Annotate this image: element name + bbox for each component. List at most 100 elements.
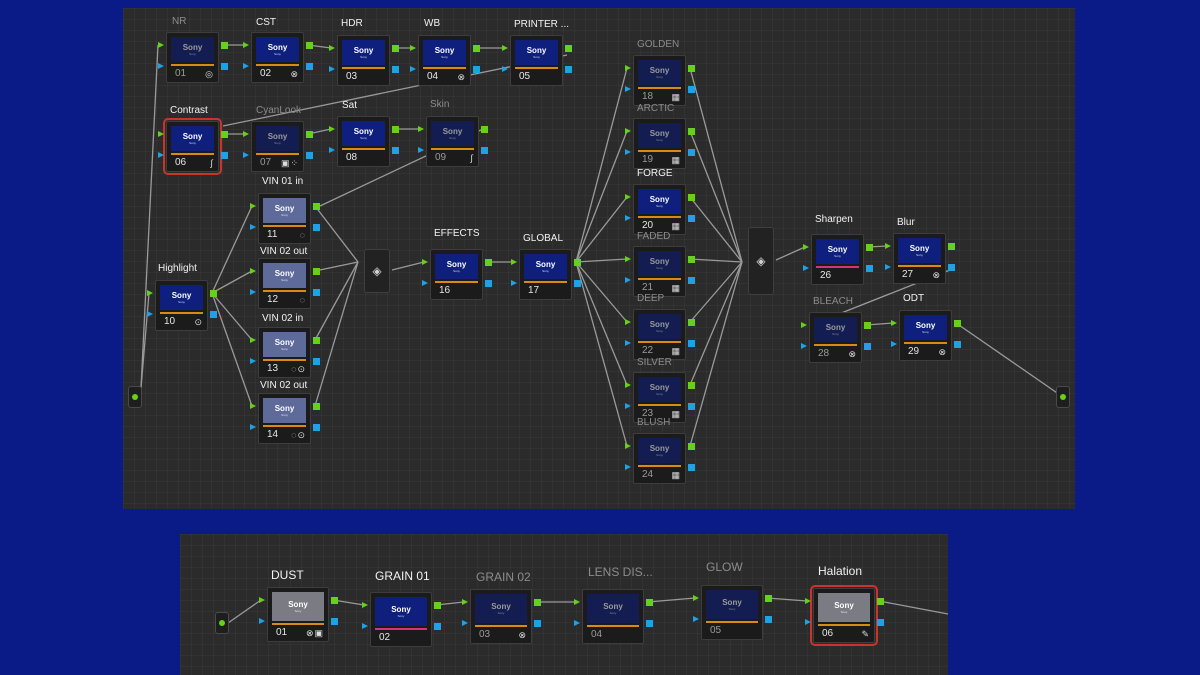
node-label[interactable]: DUST [271, 568, 304, 582]
input-alpha-pin[interactable] [158, 63, 164, 69]
output-rgb-pin[interactable] [948, 243, 955, 250]
node-label[interactable]: Sharpen [815, 214, 853, 225]
input-alpha-pin[interactable] [891, 341, 897, 347]
node-label[interactable]: EFFECTS [434, 228, 480, 239]
input-rgb-pin[interactable] [625, 256, 631, 262]
input-alpha-pin[interactable] [250, 424, 256, 430]
node-odt[interactable]: Sony Sony 29 ⊗ [899, 310, 952, 361]
input-alpha-pin[interactable] [329, 66, 335, 72]
output-alpha-pin[interactable] [473, 66, 480, 73]
input-rgb-pin[interactable] [243, 131, 249, 137]
output-rgb-pin[interactable] [473, 45, 480, 52]
node-sat[interactable]: Sony Sony 08 [337, 116, 390, 167]
input-alpha-pin[interactable] [502, 66, 508, 72]
input-alpha-pin[interactable] [250, 289, 256, 295]
layer-mixer-node-1[interactable]: ◈ [364, 249, 390, 293]
input-rgb-pin[interactable] [885, 243, 891, 249]
output-alpha-pin[interactable] [688, 277, 695, 284]
node-label[interactable]: CST [256, 17, 276, 28]
output-alpha-pin[interactable] [574, 280, 581, 287]
output-alpha-pin[interactable] [565, 66, 572, 73]
node-label[interactable]: VIN 02 in [262, 313, 303, 324]
input-alpha-pin[interactable] [422, 280, 428, 286]
output-alpha-pin[interactable] [688, 403, 695, 410]
node-label[interactable]: VIN 02 out [260, 246, 307, 257]
output-alpha-pin[interactable] [221, 63, 228, 70]
output-alpha-pin[interactable] [688, 215, 695, 222]
node-label[interactable]: SILVER [637, 357, 672, 368]
node-dust[interactable]: Sony Sony 01 ⊗▣ [267, 587, 329, 642]
input-rgb-pin[interactable] [329, 45, 335, 51]
input-rgb-pin[interactable] [422, 259, 428, 265]
input-alpha-pin[interactable] [462, 620, 468, 626]
node-bleach[interactable]: Sony Sony 28 ⊗ [809, 312, 862, 363]
input-alpha-pin[interactable] [250, 358, 256, 364]
node-cyanlook[interactable]: Sony Sony 07 ▣⁘ [251, 121, 304, 172]
input-rgb-pin[interactable] [418, 126, 424, 132]
output-alpha-pin[interactable] [313, 224, 320, 231]
node-label[interactable]: ODT [903, 293, 924, 304]
node-silver[interactable]: Sony Sony 23 ▦ [633, 372, 686, 423]
input-alpha-pin[interactable] [574, 620, 580, 626]
node-sharpen[interactable]: Sony Sony 26 [811, 234, 864, 285]
output-rgb-pin[interactable] [210, 290, 217, 297]
input-rgb-pin[interactable] [574, 599, 580, 605]
output-rgb-pin[interactable] [646, 599, 653, 606]
node-grain-01[interactable]: Sony Sony 02 [370, 592, 432, 647]
output-rgb-pin[interactable] [221, 42, 228, 49]
output-alpha-pin[interactable] [313, 424, 320, 431]
node-vin-02-out[interactable]: Sony Sony 14 ◌⊙ [258, 393, 311, 444]
node-label[interactable]: BLEACH [813, 296, 853, 307]
input-alpha-pin[interactable] [625, 277, 631, 283]
input-alpha-pin[interactable] [418, 147, 424, 153]
node-skin[interactable]: Sony Sony 09 ∫ [426, 116, 479, 167]
input-alpha-pin[interactable] [805, 619, 811, 625]
input-alpha-pin[interactable] [259, 618, 265, 624]
node-label[interactable]: Skin [430, 99, 449, 110]
node-arctic[interactable]: Sony Sony 19 ▦ [633, 118, 686, 169]
node-hdr[interactable]: Sony Sony 03 [337, 35, 390, 86]
output-rgb-pin[interactable] [313, 403, 320, 410]
input-alpha-pin[interactable] [625, 149, 631, 155]
output-alpha-pin[interactable] [210, 311, 217, 318]
input-rgb-pin[interactable] [158, 131, 164, 137]
output-alpha-pin[interactable] [306, 152, 313, 159]
output-alpha-pin[interactable] [866, 265, 873, 272]
output-rgb-pin[interactable] [392, 126, 399, 133]
output-alpha-pin[interactable] [688, 340, 695, 347]
output-alpha-pin[interactable] [646, 620, 653, 627]
input-rgb-pin[interactable] [250, 403, 256, 409]
node-global[interactable]: Sony Sony 17 [519, 249, 572, 300]
input-rgb-pin[interactable] [891, 320, 897, 326]
node-wb[interactable]: Sony Sony 04 ⊗ [418, 35, 471, 86]
input-rgb-pin[interactable] [462, 599, 468, 605]
output-rgb-pin[interactable] [313, 337, 320, 344]
output-alpha-pin[interactable] [331, 618, 338, 625]
layer-mixer-node-2[interactable]: ◈ [748, 227, 774, 295]
node-contrast[interactable]: Sony Sony 06 ∫ [163, 118, 222, 175]
input-rgb-pin[interactable] [625, 194, 631, 200]
output-rgb-pin[interactable] [688, 65, 695, 72]
output-rgb-pin[interactable] [313, 268, 320, 275]
output-rgb-pin[interactable] [864, 322, 871, 329]
input-rgb-pin[interactable] [243, 42, 249, 48]
output-rgb-pin[interactable] [688, 128, 695, 135]
source-input-port[interactable] [128, 386, 142, 408]
node-blush[interactable]: Sony Sony 24 ▦ [633, 433, 686, 484]
output-rgb-pin[interactable] [331, 597, 338, 604]
input-alpha-pin[interactable] [329, 147, 335, 153]
output-rgb-pin[interactable] [306, 131, 313, 138]
input-rgb-pin[interactable] [625, 319, 631, 325]
input-alpha-pin[interactable] [693, 616, 699, 622]
output-rgb-pin[interactable] [534, 599, 541, 606]
node-halation[interactable]: Sony Sony 06 ✎ [810, 585, 878, 646]
output-alpha-pin[interactable] [864, 343, 871, 350]
node-label[interactable]: Sat [342, 100, 357, 111]
output-alpha-pin[interactable] [688, 86, 695, 93]
node-label[interactable]: GOLDEN [637, 39, 679, 50]
output-alpha-pin[interactable] [434, 623, 441, 630]
node-label[interactable]: GRAIN 02 [476, 570, 531, 584]
input-alpha-pin[interactable] [243, 152, 249, 158]
node-forge[interactable]: Sony Sony 20 ▦ [633, 184, 686, 235]
node-label[interactable]: ARCTIC [637, 103, 674, 114]
